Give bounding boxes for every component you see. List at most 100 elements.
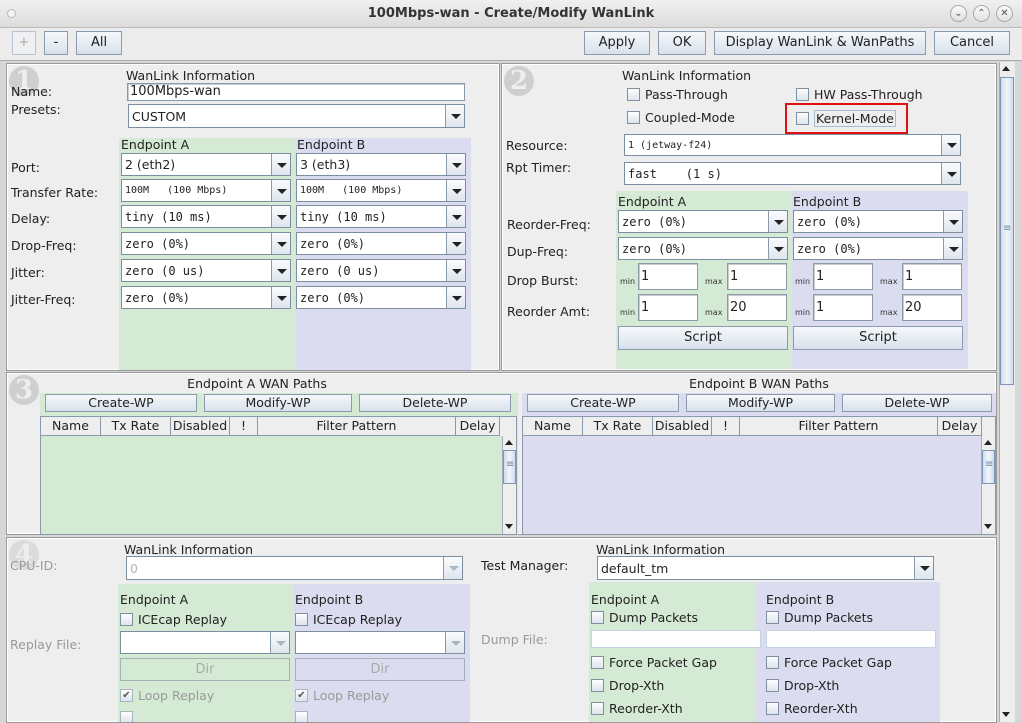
- reorder-amt-b-min-input[interactable]: 1: [813, 294, 873, 321]
- dir-b-button[interactable]: Dir: [295, 658, 465, 681]
- checkmark-icon[interactable]: ✔: [120, 689, 133, 702]
- dir-a-button[interactable]: Dir: [120, 658, 290, 681]
- chevron-down-icon[interactable]: [270, 632, 289, 653]
- port-b-select[interactable]: 3 (eth3): [296, 153, 466, 176]
- checkbox-icon[interactable]: [766, 702, 779, 715]
- force-packet-gap-b-checkbox[interactable]: Force Packet Gap: [766, 655, 892, 670]
- chevron-down-icon[interactable]: [914, 557, 933, 579]
- scroll-thumb[interactable]: [982, 450, 995, 484]
- apply-button[interactable]: Apply: [584, 31, 650, 55]
- drop-burst-a-max-input[interactable]: 1: [727, 263, 787, 290]
- column-header-name[interactable]: Name: [41, 417, 101, 436]
- port-a-select[interactable]: 2 (eth2): [121, 153, 291, 176]
- chevron-down-icon[interactable]: [445, 632, 464, 653]
- create-wp-b-button[interactable]: Create-WP: [527, 394, 679, 412]
- delete-wp-a-button[interactable]: Delete-WP: [359, 394, 511, 412]
- scroll-up-icon[interactable]: [982, 436, 995, 450]
- checkbox-icon[interactable]: [591, 611, 604, 624]
- transfer-rate-b-select[interactable]: 100M (100 Mbps): [296, 179, 466, 202]
- coupled-mode-checkbox[interactable]: Coupled-Mode: [627, 110, 735, 125]
- chevron-down-icon[interactable]: [446, 260, 465, 281]
- checkmark-icon[interactable]: ✔: [295, 689, 308, 702]
- chevron-down-icon[interactable]: [446, 180, 465, 201]
- chevron-down-icon[interactable]: [941, 135, 960, 155]
- checkbox-icon[interactable]: [627, 88, 640, 101]
- dump-file-b-input[interactable]: [766, 630, 936, 648]
- checkbox-icon[interactable]: [796, 88, 809, 101]
- partial-checkbox-b[interactable]: [295, 711, 313, 722]
- icecap-replay-a-checkbox[interactable]: ICEcap Replay: [120, 612, 227, 627]
- reorder-amt-a-min-input[interactable]: 1: [638, 294, 698, 321]
- drop-freq-b-select[interactable]: zero (0%): [296, 232, 466, 255]
- chevron-down-icon[interactable]: [271, 233, 290, 254]
- delay-a-select[interactable]: tiny (10 ms): [121, 205, 291, 228]
- dup-freq-a-select[interactable]: zero (0%): [618, 237, 788, 260]
- column-header-filter-pattern[interactable]: Filter Pattern: [740, 417, 938, 436]
- checkbox-icon[interactable]: [766, 656, 779, 669]
- script-a-button[interactable]: Script: [618, 326, 788, 350]
- drop-xth-a-checkbox[interactable]: Drop-Xth: [591, 678, 664, 693]
- column-header-name[interactable]: Name: [523, 417, 583, 436]
- maximize-icon[interactable]: ⌃: [973, 5, 990, 22]
- show-all-button[interactable]: All: [76, 31, 122, 55]
- reorder-freq-a-select[interactable]: zero (0%): [618, 210, 788, 233]
- drop-burst-b-max-input[interactable]: 1: [902, 263, 962, 290]
- partial-checkbox-a[interactable]: [120, 711, 138, 722]
- reorder-amt-b-max-input[interactable]: 20: [902, 294, 962, 321]
- scroll-down-icon[interactable]: [1000, 708, 1013, 722]
- jitter-a-select[interactable]: zero (0 us): [121, 259, 291, 282]
- display-wanlink-button[interactable]: Display WanLink & WanPaths: [714, 31, 926, 55]
- modify-wp-b-button[interactable]: Modify-WP: [686, 394, 835, 412]
- icecap-replay-b-checkbox[interactable]: ICEcap Replay: [295, 612, 402, 627]
- scroll-up-icon[interactable]: [1000, 62, 1013, 76]
- column-header-not[interactable]: !: [712, 417, 740, 436]
- chevron-down-icon[interactable]: [271, 180, 290, 201]
- drop-burst-a-min-input[interactable]: 1: [638, 263, 698, 290]
- delete-wp-b-button[interactable]: Delete-WP: [842, 394, 992, 412]
- checkbox-icon[interactable]: [591, 679, 604, 692]
- chevron-down-icon[interactable]: [446, 287, 465, 308]
- collapse-button[interactable]: -: [44, 31, 68, 55]
- dump-packets-a-checkbox[interactable]: Dump Packets: [591, 610, 698, 625]
- main-scrollbar[interactable]: [999, 62, 1015, 722]
- cancel-button[interactable]: Cancel: [934, 31, 1010, 55]
- drop-xth-b-checkbox[interactable]: Drop-Xth: [766, 678, 839, 693]
- chevron-down-icon[interactable]: [943, 238, 962, 259]
- force-packet-gap-a-checkbox[interactable]: Force Packet Gap: [591, 655, 717, 670]
- expand-button[interactable]: +: [12, 31, 36, 55]
- hw-pass-through-checkbox[interactable]: HW Pass-Through: [796, 87, 923, 102]
- drop-freq-a-select[interactable]: zero (0%): [121, 232, 291, 255]
- column-header-not[interactable]: !: [230, 417, 258, 436]
- checkbox-icon[interactable]: [120, 613, 133, 626]
- column-header-filter-pattern[interactable]: Filter Pattern: [258, 417, 456, 436]
- loop-replay-b-checkbox[interactable]: ✔ Loop Replay: [295, 688, 389, 703]
- checkbox-icon[interactable]: [591, 702, 604, 715]
- reorder-amt-a-max-input[interactable]: 20: [727, 294, 787, 321]
- chevron-down-icon[interactable]: [446, 206, 465, 227]
- modify-wp-a-button[interactable]: Modify-WP: [204, 394, 352, 412]
- chevron-down-icon[interactable]: [446, 154, 465, 175]
- chevron-down-icon[interactable]: [443, 557, 462, 579]
- checkbox-icon[interactable]: [766, 679, 779, 692]
- scroll-down-icon[interactable]: [503, 520, 516, 534]
- table-b-scrollbar[interactable]: [981, 436, 995, 534]
- loop-replay-a-checkbox[interactable]: ✔ Loop Replay: [120, 688, 214, 703]
- replay-file-b-select[interactable]: [295, 631, 465, 654]
- replay-file-a-select[interactable]: [120, 631, 290, 654]
- reorder-xth-b-checkbox[interactable]: Reorder-Xth: [766, 701, 858, 716]
- column-header-disabled[interactable]: Disabled: [171, 417, 230, 436]
- transfer-rate-a-select[interactable]: 100M (100 Mbps): [121, 179, 291, 202]
- presets-select[interactable]: CUSTOM: [128, 104, 465, 128]
- chevron-down-icon[interactable]: [446, 233, 465, 254]
- endpoint-a-wanpaths-table[interactable]: Name Tx Rate Disabled ! Filter Pattern D…: [40, 416, 517, 535]
- checkbox-icon[interactable]: [295, 711, 308, 722]
- ok-button[interactable]: OK: [658, 31, 706, 55]
- cpu-id-select[interactable]: 0: [126, 556, 463, 580]
- resource-select[interactable]: 1 (jetway-f24): [624, 134, 961, 156]
- jitter-freq-a-select[interactable]: zero (0%): [121, 286, 291, 309]
- scroll-down-icon[interactable]: [982, 520, 995, 534]
- chevron-down-icon[interactable]: [768, 211, 787, 232]
- chevron-down-icon[interactable]: [271, 154, 290, 175]
- chevron-down-icon[interactable]: [271, 287, 290, 308]
- chevron-down-icon[interactable]: [271, 260, 290, 281]
